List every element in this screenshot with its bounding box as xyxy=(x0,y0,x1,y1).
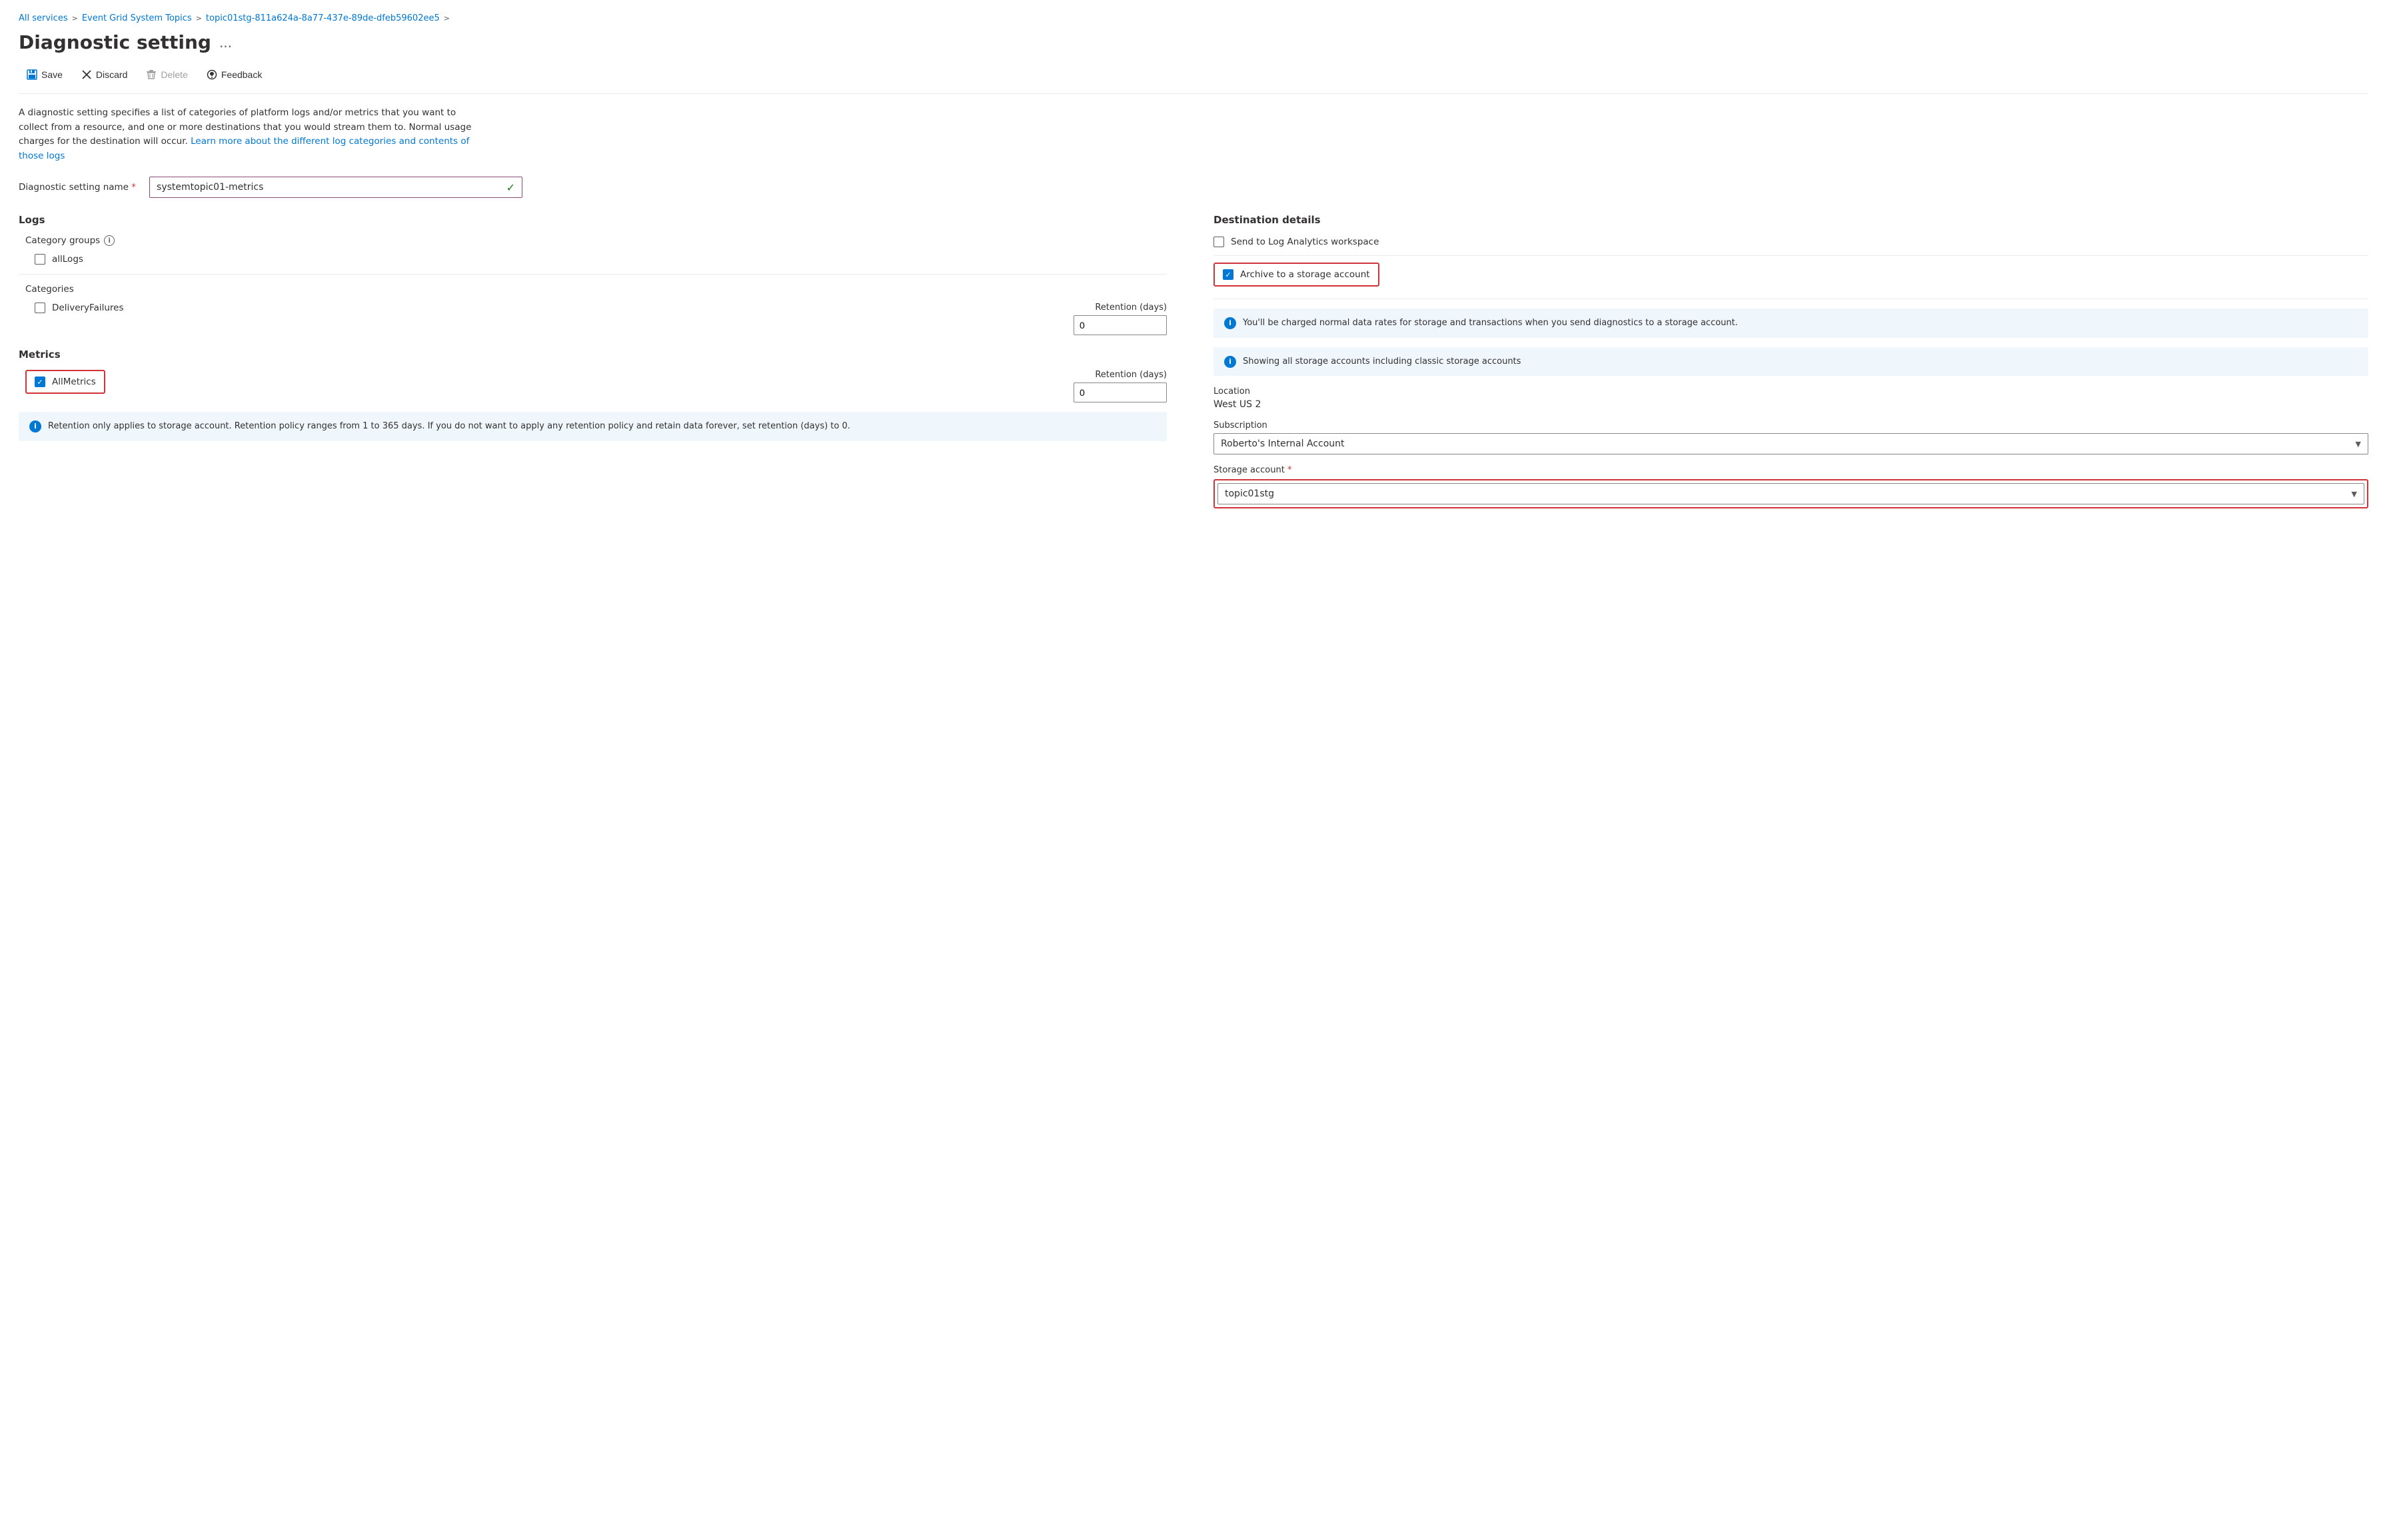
metrics-section: Metrics AllMetrics Retention (days) i Re… xyxy=(19,349,1167,441)
logs-section: Logs Category groups i allLogs Categorie… xyxy=(19,214,1167,335)
archive-info-text-1: You'll be charged normal data rates for … xyxy=(1243,317,1738,330)
delete-label: Delete xyxy=(161,69,187,80)
metrics-retention-input[interactable] xyxy=(1074,383,1167,402)
log-analytics-row: Send to Log Analytics workspace xyxy=(1213,237,2368,247)
archive-highlight-wrapper: Archive to a storage account xyxy=(1213,263,2368,292)
breadcrumb-sep-3: > xyxy=(444,14,450,23)
save-button[interactable]: Save xyxy=(19,65,71,84)
right-column: Destination details Send to Log Analytic… xyxy=(1207,214,2368,508)
archive-info-icon-2: i xyxy=(1224,356,1236,368)
metrics-info-icon: i xyxy=(29,420,41,432)
delete-icon xyxy=(146,69,157,80)
delivery-retention-label: Retention (days) xyxy=(1095,303,1167,313)
allMetrics-label: AllMetrics xyxy=(52,377,96,387)
save-label: Save xyxy=(41,69,63,80)
storage-account-chevron: ▼ xyxy=(2352,490,2357,498)
metrics-title: Metrics xyxy=(19,349,1167,361)
subscription-label: Subscription xyxy=(1213,420,2368,430)
delivery-failures-row: DeliveryFailures Retention (days) xyxy=(19,303,1167,335)
save-icon xyxy=(27,69,37,80)
archive-info-icon-1: i xyxy=(1224,317,1236,329)
location-label: Location xyxy=(1213,386,2368,396)
page-header: Diagnostic setting ... xyxy=(19,31,2368,53)
archive-label: Archive to a storage account xyxy=(1240,269,1370,280)
location-value: West US 2 xyxy=(1213,399,2368,410)
archive-info-box-2: i Showing all storage accounts including… xyxy=(1213,347,2368,377)
feedback-label: Feedback xyxy=(221,69,262,80)
input-valid-icon: ✓ xyxy=(506,181,515,194)
allLogs-row: allLogs xyxy=(35,254,1167,265)
metrics-info-text: Retention only applies to storage accoun… xyxy=(48,420,850,433)
breadcrumb: All services > Event Grid System Topics … xyxy=(19,13,2368,23)
categories-header: Categories xyxy=(25,284,1167,295)
metrics-retention-label: Retention (days) xyxy=(1095,370,1167,380)
storage-account-label: Storage account * xyxy=(1213,465,2368,475)
page-title: Diagnostic setting xyxy=(19,31,211,53)
location-group: Location West US 2 xyxy=(1213,386,2368,410)
breadcrumb-sep-2: > xyxy=(196,14,202,23)
archive-info-box-1: i You'll be charged normal data rates fo… xyxy=(1213,309,2368,338)
allMetrics-checkbox[interactable] xyxy=(35,377,45,387)
toolbar: Save Discard Delete xyxy=(19,65,2368,94)
archive-checkbox[interactable] xyxy=(1223,269,1233,280)
discard-icon xyxy=(81,69,92,80)
feedback-icon xyxy=(207,69,217,80)
main-grid: Logs Category groups i allLogs Categorie… xyxy=(19,214,2368,508)
destination-section: Destination details Send to Log Analytic… xyxy=(1213,214,2368,508)
breadcrumb-topic[interactable]: topic01stg-811a624a-8a77-437e-89de-dfeb5… xyxy=(206,13,440,23)
storage-account-group: Storage account * topic01stg ▼ xyxy=(1213,465,2368,508)
breadcrumb-all-services[interactable]: All services xyxy=(19,13,68,23)
dest-divider-1 xyxy=(1213,255,2368,256)
metrics-info-box: i Retention only applies to storage acco… xyxy=(19,412,1167,441)
delivery-failures-label: DeliveryFailures xyxy=(52,303,124,313)
archive-info-text-2: Showing all storage accounts including c… xyxy=(1243,355,1521,369)
delivery-retention-input[interactable] xyxy=(1074,315,1167,335)
log-analytics-checkbox[interactable] xyxy=(1213,237,1224,247)
feedback-button[interactable]: Feedback xyxy=(199,65,270,84)
discard-label: Discard xyxy=(96,69,127,80)
storage-account-select[interactable]: topic01stg ▼ xyxy=(1217,483,2364,504)
category-groups-info-icon[interactable]: i xyxy=(104,235,115,246)
breadcrumb-sep-1: > xyxy=(72,14,78,23)
page-ellipsis-menu[interactable]: ... xyxy=(219,35,232,51)
left-column: Logs Category groups i allLogs Categorie… xyxy=(19,214,1180,508)
subscription-group: Subscription Roberto's Internal Account … xyxy=(1213,420,2368,454)
description-text: A diagnostic setting specifies a list of… xyxy=(19,106,485,163)
diagnostic-name-label: Diagnostic setting name * xyxy=(19,182,136,193)
archive-highlight: Archive to a storage account xyxy=(1213,263,1379,287)
discard-button[interactable]: Discard xyxy=(73,65,135,84)
subscription-chevron: ▼ xyxy=(2356,440,2361,448)
allLogs-label: allLogs xyxy=(52,254,83,265)
breadcrumb-event-grid[interactable]: Event Grid System Topics xyxy=(82,13,192,23)
category-groups-header: Category groups i xyxy=(25,235,1167,246)
allLogs-checkbox[interactable] xyxy=(35,254,45,265)
diagnostic-name-row: Diagnostic setting name * systemtopic01-… xyxy=(19,177,2368,198)
destination-title: Destination details xyxy=(1213,214,2368,226)
delivery-failures-checkbox[interactable] xyxy=(35,303,45,313)
subscription-select[interactable]: Roberto's Internal Account ▼ xyxy=(1213,433,2368,454)
diagnostic-name-input[interactable]: systemtopic01-metrics ✓ xyxy=(149,177,522,198)
logs-title: Logs xyxy=(19,214,1167,226)
storage-account-highlight: topic01stg ▼ xyxy=(1213,479,2368,508)
log-analytics-label: Send to Log Analytics workspace xyxy=(1231,237,1379,247)
delete-button[interactable]: Delete xyxy=(138,65,195,84)
allMetrics-highlight: AllMetrics xyxy=(25,370,105,394)
logs-divider xyxy=(19,274,1167,275)
